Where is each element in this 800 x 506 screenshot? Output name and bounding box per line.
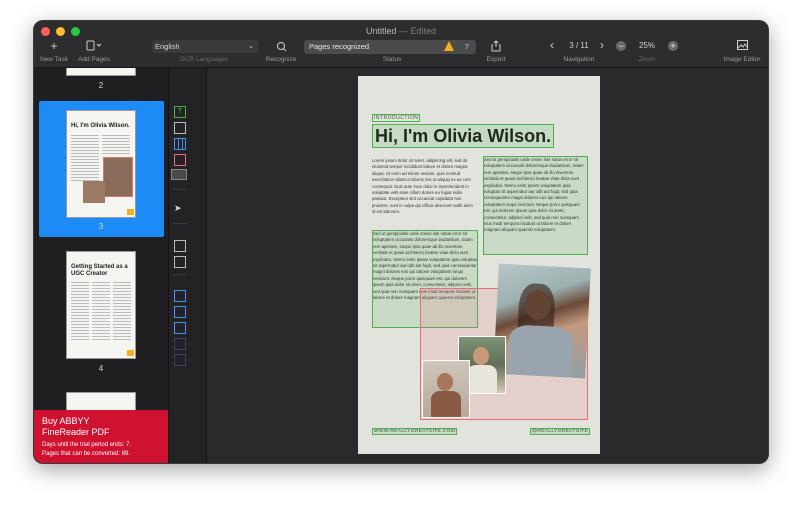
thumbnail-photo <box>103 157 133 197</box>
chevron-right-icon[interactable]: › <box>597 39 607 51</box>
trial-title: Buy ABBYY FineReader PDF <box>42 416 110 438</box>
thumbnail-photo <box>83 181 105 203</box>
thumbnail-text <box>71 135 99 183</box>
text-block-1[interactable]: Lorem ipsum dolor sit amet, adipiscing e… <box>372 158 476 226</box>
trial-pages: Pages that can be converted: 89. <box>42 451 131 457</box>
table-area-tool-icon[interactable] <box>174 138 186 150</box>
export-icon[interactable] <box>490 40 502 56</box>
add-pages-label[interactable]: Add Pages <box>74 56 114 63</box>
split-cells-tool-icon[interactable] <box>174 354 186 366</box>
chevron-left-icon[interactable]: ‹ <box>547 39 557 51</box>
photo-face <box>437 373 453 391</box>
warning-icon <box>127 209 134 215</box>
thumbnail-text <box>71 282 89 342</box>
delete-separator-tool-icon[interactable] <box>174 322 186 334</box>
photo-shirt <box>467 365 497 393</box>
status-label: Status <box>382 56 402 63</box>
warning-count: 7 <box>464 42 469 51</box>
picture-area-tool-icon[interactable] <box>174 122 186 134</box>
thumbnail-heading: Hi, I'm Olivia Wilson. <box>71 123 130 129</box>
text-area-tool-icon[interactable]: T <box>174 106 186 118</box>
app-window: Untitled — Edited + New Task Add Pages E… <box>33 20 769 464</box>
image-editor-label[interactable]: Image Editor <box>720 56 764 63</box>
text-block-2[interactable]: Sed ut perspiciatis unde omnis iste natu… <box>483 156 588 255</box>
table-columns-tool-icon[interactable] <box>174 290 186 302</box>
social-handle[interactable]: @REALLYGREATSITE <box>530 428 591 435</box>
background-picture-tool-icon[interactable] <box>174 154 186 166</box>
warning-icon <box>127 350 134 356</box>
trial-days: Days until the trial period ends: 7. <box>42 442 132 448</box>
zoom-label: Zoom <box>638 56 656 63</box>
ocr-language-select[interactable]: English ⌄ <box>152 40 258 53</box>
page-number-3: 3 <box>98 222 104 231</box>
photo-shirt <box>507 324 574 378</box>
recognize-label[interactable]: Recognize <box>261 56 301 63</box>
photo-shirt <box>431 391 461 417</box>
chevron-down-icon: ⌄ <box>248 43 254 50</box>
select-area-tool-icon[interactable] <box>171 169 187 180</box>
export-label[interactable]: Export <box>479 56 513 63</box>
tools-divider <box>173 189 187 190</box>
edited-indicator: — Edited <box>399 26 437 36</box>
zoom-value[interactable]: 25% <box>630 40 664 52</box>
navigation-label: Navigation <box>563 56 595 63</box>
photo-face <box>473 347 489 365</box>
page-heading[interactable]: Hi, I'm Olivia Wilson. <box>372 124 555 148</box>
remove-area-tool-icon[interactable] <box>174 256 186 268</box>
add-pages-icon[interactable] <box>84 40 104 55</box>
trial-banner[interactable]: Buy ABBYY FineReader PDF Days until the … <box>34 410 168 463</box>
page-thumbnail-2[interactable] <box>66 68 136 76</box>
page-thumbnail-3[interactable]: Hi, I'm Olivia Wilson. <box>66 110 136 218</box>
window-title: Untitled — Edited <box>34 26 768 36</box>
add-area-tool-icon[interactable] <box>174 240 186 252</box>
table-rows-tool-icon[interactable] <box>174 306 186 318</box>
page-thumbnails-sidebar: 2 Hi, I'm Olivia Wilson. 3 Getting Start… <box>34 68 169 463</box>
image-editor-icon[interactable] <box>736 40 748 54</box>
toolbar: Untitled — Edited + New Task Add Pages E… <box>34 21 768 68</box>
website-link[interactable]: WWW.REALLYGREATSITE.COM <box>372 428 458 435</box>
photo-woman-selfie[interactable] <box>422 360 470 418</box>
new-task-label[interactable]: New Task <box>36 56 72 63</box>
document-page[interactable]: INTRODUCTION Hi, I'm Olivia Wilson. Lore… <box>358 76 600 454</box>
document-viewer[interactable]: INTRODUCTION Hi, I'm Olivia Wilson. Lore… <box>207 68 768 463</box>
tools-divider <box>173 274 187 275</box>
page-indicator[interactable]: 3 / 11 <box>564 40 594 52</box>
photo-woman-main[interactable] <box>493 263 591 379</box>
page-number-4: 4 <box>98 364 104 373</box>
ocr-languages-label: OCR Languages <box>179 56 229 63</box>
intro-label[interactable]: INTRODUCTION <box>372 114 421 122</box>
zoom-out-icon[interactable]: − <box>616 41 626 51</box>
recognize-icon[interactable] <box>275 41 287 56</box>
thumbnail-heading: Getting Started as a UGC Creator <box>71 264 128 277</box>
status-field[interactable]: Pages recognized 7 <box>304 40 476 54</box>
warning-icon[interactable] <box>444 41 454 51</box>
zoom-in-icon[interactable]: + <box>668 41 678 51</box>
trial-title-line1: Buy ABBYY <box>42 416 90 426</box>
ocr-language-value: English <box>155 42 180 51</box>
plus-icon[interactable]: + <box>47 40 61 52</box>
status-value: Pages recognized <box>309 42 370 51</box>
thumbnail-text <box>92 282 110 342</box>
trial-title-line2: FineReader PDF <box>42 427 110 437</box>
thumbnail-text <box>113 282 131 342</box>
area-tools-panel: T ➤ <box>169 68 207 463</box>
pointer-tool-icon[interactable]: ➤ <box>174 203 184 213</box>
thumbnail-text <box>102 135 130 155</box>
document-name: Untitled <box>365 26 397 36</box>
tools-divider <box>173 223 187 224</box>
merge-cells-tool-icon[interactable] <box>174 338 186 350</box>
page-thumbnail-4[interactable]: Getting Started as a UGC Creator <box>66 251 136 359</box>
page-number-2: 2 <box>98 81 104 90</box>
